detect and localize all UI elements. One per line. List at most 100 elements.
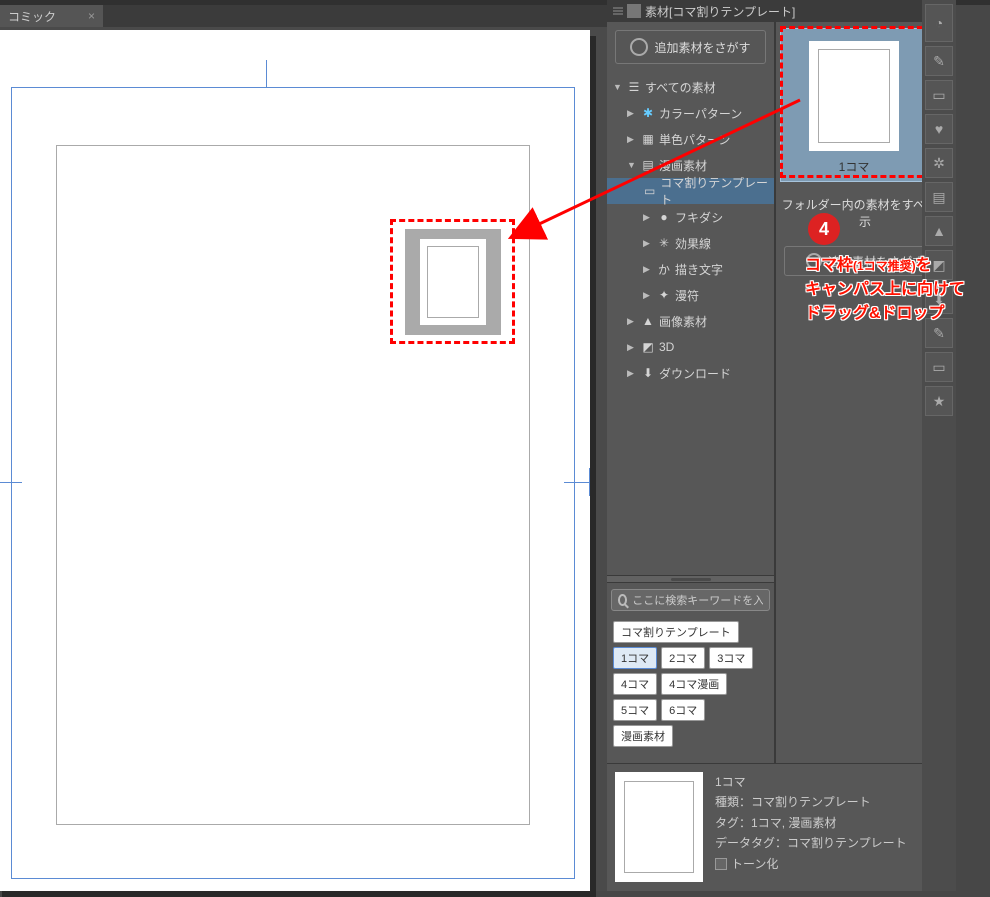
drag-drop-highlight [390,219,515,344]
tag-item[interactable]: 1コマ [613,647,657,669]
tree-label: すべての素材 [645,79,716,96]
download-icon: ⬇ [641,366,655,380]
document-tab[interactable]: コミック × [0,5,103,27]
tool-icon[interactable]: ★ [925,386,953,416]
detail-datatag-value: コマ割りテンプレート [787,836,907,850]
tag-item[interactable]: 4コマ [613,673,657,695]
tag-item[interactable]: 漫画素材 [613,725,673,747]
tree-label: 漫画素材 [659,157,707,174]
material-tree-column: 追加素材をさがす ▼ ☰ すべての素材 ▶✱カラーパターン ▶▦単色パターン ▼… [607,22,774,891]
mono-icon: ▦ [641,132,655,146]
tool-icon[interactable]: ✎ [925,46,953,76]
crop-mark [589,468,590,496]
tree-label: コマ割りテンプレート [660,174,774,208]
thumbnail-image [809,41,899,151]
button-label: 追加素材をさがす [654,39,750,56]
quick-access-icon[interactable]: ◔ [925,4,953,42]
chevron-right-icon[interactable]: ▶ [627,368,637,379]
close-icon[interactable]: × [88,9,95,23]
image-icon: ▲ [641,314,655,328]
tool-icon[interactable]: ▭ [925,80,953,110]
grip-icon[interactable] [613,7,623,15]
tree-label: 描き文字 [675,261,723,278]
material-thumbnail[interactable]: 1コマ [780,28,928,182]
chevron-down-icon[interactable]: ▼ [613,82,623,92]
tag-item[interactable]: 3コマ [709,647,753,669]
color-icon: ✱ [641,106,655,120]
chevron-down-icon[interactable]: ▼ [627,160,637,170]
effect-icon: ✳ [657,236,671,250]
chevron-right-icon[interactable]: ▶ [643,264,653,275]
tool-icon[interactable]: ✲ [925,148,953,178]
template-icon: ▭ [643,184,656,198]
tag-item[interactable]: 5コマ [613,699,657,721]
chevron-right-icon[interactable]: ▶ [643,238,653,249]
annotation-text: コマ枠(1コマ推奨)を キャンパス上に向けて ドラッグ&ドロップ [805,254,965,326]
manga-icon: ▤ [641,158,655,172]
vertical-splitter[interactable] [774,22,776,763]
tag-area: コマ割りテンプレート 1コマ 2コマ 3コマ 4コマ 4コマ漫画 5コマ 6コマ… [607,617,774,751]
crop-mark [0,482,22,483]
tree-label: 効果線 [675,235,711,252]
splitter-handle[interactable] [607,575,774,583]
annotation-step-badge: 4 [808,213,840,245]
chevron-right-icon[interactable]: ▶ [627,316,637,327]
detail-datatag-label: データタグ： [715,836,787,850]
chevron-right-icon[interactable]: ▶ [643,290,653,301]
find-additional-materials-button[interactable]: 追加素材をさがす [615,30,766,64]
cube-icon: ◩ [641,340,655,354]
tag-item[interactable]: 6コマ [661,699,705,721]
document-tab-strip: コミック × [0,5,607,27]
refresh-icon [630,38,648,56]
detail-thumbnail [615,772,703,882]
tree-item-download[interactable]: ▶ ⬇ ダウンロード [607,360,774,386]
tree-item-image-material[interactable]: ▶ ▲ 画像素材 [607,308,774,334]
detail-tag-value: 1コマ, 漫画素材 [751,816,836,830]
chevron-right-icon[interactable]: ▶ [627,134,637,145]
tool-icon[interactable]: ♥ [925,114,953,144]
chevron-right-icon[interactable]: ▶ [627,108,637,119]
text-icon: か [657,262,671,276]
tree-root[interactable]: ▼ ☰ すべての素材 [607,74,774,100]
tree-item-effect-lines[interactable]: ▶ ✳ 効果線 [607,230,774,256]
detail-tag-label: タグ： [715,816,751,830]
search-icon [618,594,627,606]
document-tab-label: コミック [8,8,56,25]
dragged-material-thumbnail[interactable] [405,229,501,335]
materials-panel: 素材[コマ割りテンプレート] 追加素材をさがす ▼ ☰ すべての素材 ▶ ✱ カラー… [607,0,956,891]
tree-item-frame-template[interactable]: ▭コマ割りテンプレート [607,178,774,204]
tone-checkbox[interactable] [715,858,727,870]
manpu-icon: ✦ [657,288,671,302]
canvas-area[interactable] [0,27,607,891]
crop-mark [266,60,267,88]
balloon-icon: ● [657,210,671,224]
tree-label: カラーパターン [659,105,742,122]
search-placeholder: ここに検索キーワードを入力してくださ [632,592,763,608]
tree-item-manpu[interactable]: ▶✦漫符 [607,282,774,308]
panel-title: 素材[コマ割りテンプレート] [645,3,795,20]
tag-item[interactable]: 2コマ [661,647,705,669]
panel-icon [627,4,641,18]
tree-item-color-pattern[interactable]: ▶ ✱ カラーパターン [607,100,774,126]
box-icon: ☰ [627,80,641,94]
tree-label: 画像素材 [659,313,707,330]
tag-item[interactable]: 4コマ漫画 [661,673,727,695]
tree-item-mono-pattern[interactable]: ▶▦単色パターン [607,126,774,152]
canvas-page[interactable] [0,30,590,891]
tool-icon[interactable]: ▲ [925,216,953,246]
tag-item[interactable]: コマ割りテンプレート [613,621,739,643]
thumbnail-label: 1コマ [781,155,927,181]
crop-mark [564,482,592,483]
tree-label: ダウンロード [659,365,731,382]
tree-item-3d[interactable]: ▶ ◩ 3D [607,334,774,360]
detail-type-value: コマ割りテンプレート [751,795,871,809]
search-input[interactable]: ここに検索キーワードを入力してくださ [611,589,770,611]
tree-item-sound-text[interactable]: ▶ か描き文字 [607,256,774,282]
tool-icon[interactable]: ▭ [925,352,953,382]
tree-label: 3D [659,340,674,354]
chevron-right-icon[interactable]: ▶ [627,342,637,353]
tool-icon[interactable]: ▤ [925,182,953,212]
panel-header[interactable]: 素材[コマ割りテンプレート] [607,0,956,22]
chevron-right-icon[interactable]: ▶ [643,212,653,223]
detail-name: 1コマ [715,772,948,792]
